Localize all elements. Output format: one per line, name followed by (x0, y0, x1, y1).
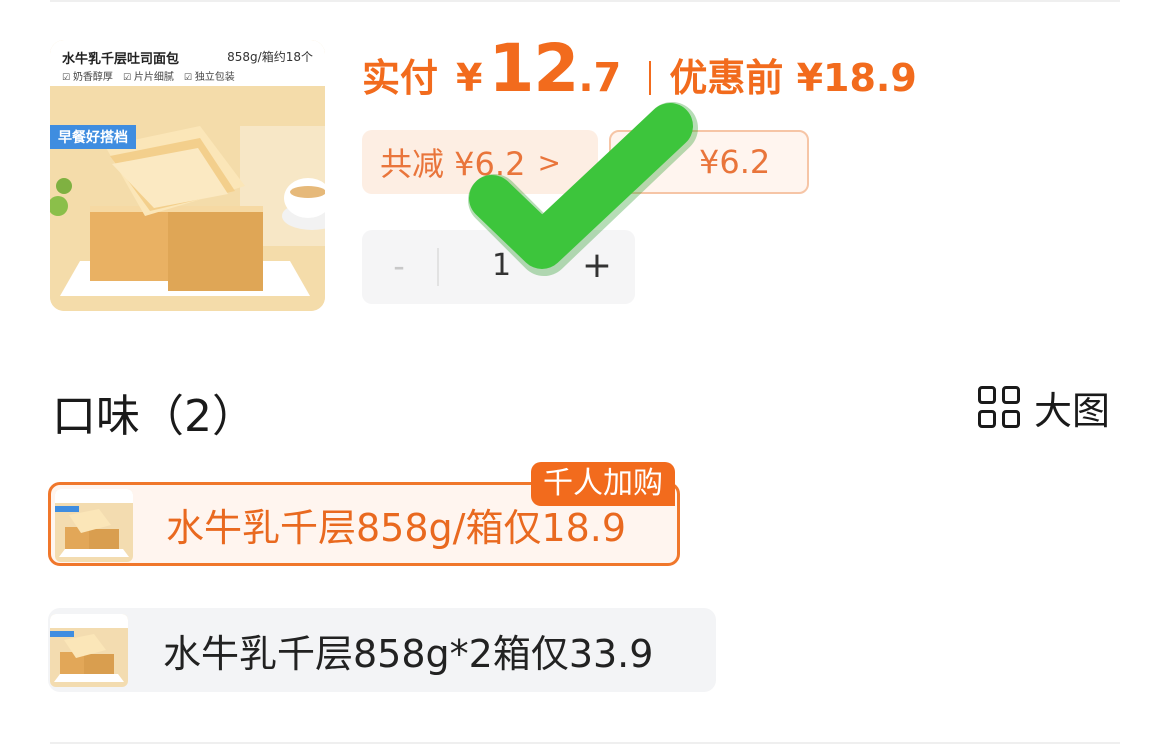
bottom-divider (50, 742, 1120, 744)
price-separator (649, 61, 652, 95)
coupon-chip[interactable]: ¥6.2 (609, 130, 809, 194)
top-divider (50, 0, 1120, 2)
product-thumbnail[interactable]: 水牛乳千层吐司面包 858g/箱约18个 奶香醇厚 片片细腻 独立包装 早餐好搭… (50, 40, 325, 311)
chevron-right-icon: > (537, 145, 561, 179)
feature-item: 独立包装 (184, 68, 235, 83)
feature-item: 奶香醇厚 (62, 68, 113, 83)
total-discount-label: 共减 ¥6.2 (380, 145, 526, 183)
paid-label: 实付 (362, 56, 439, 100)
decrease-button[interactable]: - (382, 246, 416, 286)
large-view-toggle[interactable]: 大图 (978, 383, 1110, 433)
thumbnail-features: 奶香醇厚 片片细腻 独立包装 (62, 68, 235, 83)
price-decimal: .7 (578, 55, 622, 101)
price-before-discount: 优惠前 ¥18.9 (669, 56, 917, 100)
option-thumbnail (55, 489, 133, 562)
total-discount-button[interactable]: 共减 ¥6.2 > (362, 130, 598, 194)
grid-icon (978, 386, 1020, 428)
option-label: 水牛乳千层858g*2箱仅33.9 (163, 631, 654, 676)
thumbnail-spec: 858g/箱约18个 (227, 50, 313, 64)
price-row: 实付 ¥ 12 .7 优惠前 ¥18.9 (362, 30, 917, 110)
feature-item: 片片细腻 (123, 68, 174, 83)
increase-button[interactable]: + (580, 246, 614, 286)
thumbnail-header: 水牛乳千层吐司面包 858g/箱约18个 奶香醇厚 片片细腻 独立包装 (50, 40, 325, 86)
quantity-stepper: - 1 + (362, 230, 635, 304)
currency-symbol: ¥ (456, 56, 483, 100)
coupon-amount: ¥6.2 (699, 143, 771, 181)
price-integer: 12 (488, 30, 579, 107)
option-thumbnail (50, 614, 128, 687)
bread-photo (50, 86, 325, 311)
large-view-label: 大图 (1034, 388, 1111, 433)
breakfast-badge: 早餐好搭档 (50, 125, 136, 149)
stepper-separator (437, 248, 439, 286)
quantity-value[interactable]: 1 (492, 246, 511, 286)
popular-tag: 千人加购 (531, 462, 675, 506)
flavor-title: 口味（2） (52, 391, 256, 442)
thumbnail-title: 水牛乳千层吐司面包 (62, 52, 180, 67)
flavor-option[interactable]: 水牛乳千层858g*2箱仅33.9 (48, 608, 716, 692)
